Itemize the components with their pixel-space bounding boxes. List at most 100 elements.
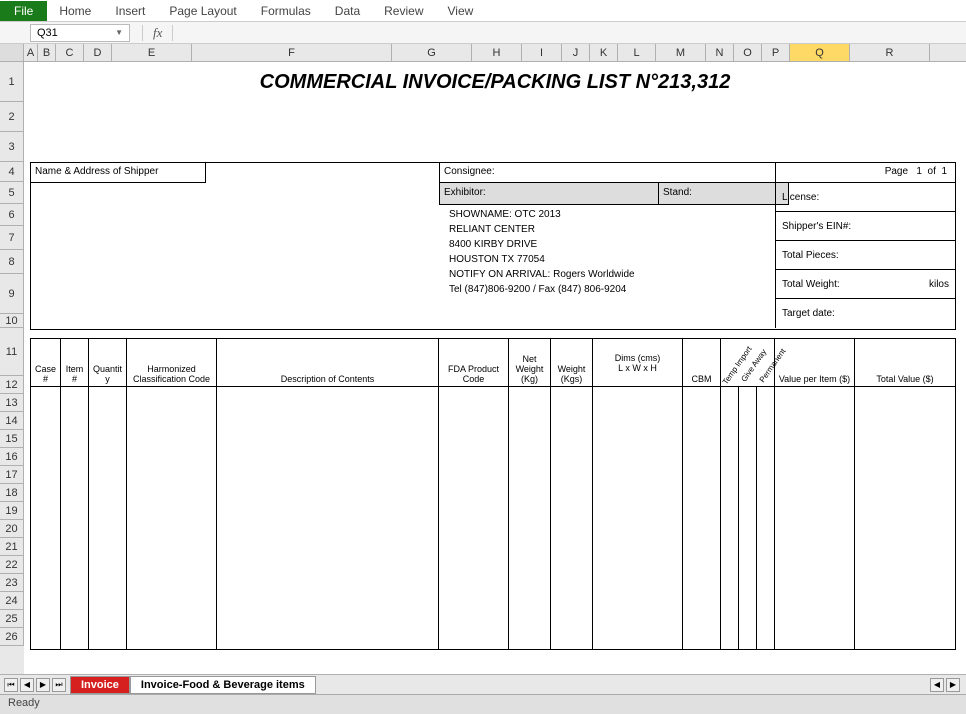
select-all-corner[interactable] xyxy=(0,44,24,61)
row-header-20[interactable]: 20 xyxy=(0,520,24,538)
pieces-field: Total Pieces: xyxy=(776,241,955,270)
tab-insert[interactable]: Insert xyxy=(103,1,157,21)
row-header-12[interactable]: 12 xyxy=(0,376,24,394)
shipper-label: Name & Address of Shipper xyxy=(31,163,206,183)
row-header-1[interactable]: 1 xyxy=(0,62,24,102)
col-header-C[interactable]: C xyxy=(56,44,84,61)
worksheet[interactable]: COMMERCIAL INVOICE/PACKING LIST N°213,31… xyxy=(24,62,966,674)
row-header-17[interactable]: 17 xyxy=(0,466,24,484)
ein-field: Shipper's EIN#: xyxy=(776,212,955,241)
th-net-weight: Net Weight (Kg) xyxy=(509,339,551,386)
tab-review[interactable]: Review xyxy=(372,1,435,21)
row-header-5[interactable]: 5 xyxy=(0,182,24,204)
row-header-10[interactable]: 10 xyxy=(0,314,24,328)
row-header-4[interactable]: 4 xyxy=(0,162,24,182)
tab-file[interactable]: File xyxy=(0,1,47,21)
sheet-tab-food-beverage[interactable]: Invoice-Food & Beverage items xyxy=(130,676,316,694)
sheet-nav-first[interactable]: ⏮ xyxy=(4,678,18,692)
target-date-field: Target date: xyxy=(776,299,955,328)
sheet-nav-next[interactable]: ▶ xyxy=(36,678,50,692)
row-header-11[interactable]: 11 xyxy=(0,328,24,376)
col-header-F[interactable]: F xyxy=(192,44,392,61)
show-details: SHOWNAME: OTC 2013 RELIANT CENTER 8400 K… xyxy=(449,207,635,297)
th-rotated-group: Temp Import Give Away Permanent xyxy=(721,339,775,386)
name-box[interactable]: Q31 ▼ xyxy=(30,24,130,42)
th-value-per-item: Value per Item ($) xyxy=(775,339,855,386)
row-header-15[interactable]: 15 xyxy=(0,430,24,448)
tab-data[interactable]: Data xyxy=(323,1,372,21)
th-harmonized: Harmonized Classification Code xyxy=(127,339,217,386)
col-header-O[interactable]: O xyxy=(734,44,762,61)
col-header-Q[interactable]: Q xyxy=(790,44,850,61)
th-weight: Weight (Kgs) xyxy=(551,339,593,386)
stand-label: Stand: xyxy=(659,183,789,205)
col-header-A[interactable]: A xyxy=(24,44,38,61)
ribbon-tabs: File Home Insert Page Layout Formulas Da… xyxy=(0,0,966,22)
sheet-tab-bar: ⏮ ◀ ▶ ⏭ Invoice Invoice-Food & Beverage … xyxy=(0,674,966,694)
row-header-16[interactable]: 16 xyxy=(0,448,24,466)
column-headers: ABCDEFGHIJKLMNOPQR xyxy=(0,44,966,62)
row-header-26[interactable]: 26 xyxy=(0,628,24,646)
sheet-nav-buttons: ⏮ ◀ ▶ ⏭ xyxy=(0,678,70,692)
row-header-18[interactable]: 18 xyxy=(0,484,24,502)
row-headers: 1234567891011121314151617181920212223242… xyxy=(0,62,24,674)
col-header-I[interactable]: I xyxy=(522,44,562,61)
table-body xyxy=(31,387,955,649)
col-header-B[interactable]: B xyxy=(38,44,56,61)
col-header-D[interactable]: D xyxy=(84,44,112,61)
col-header-E[interactable]: E xyxy=(112,44,192,61)
row-header-7[interactable]: 7 xyxy=(0,226,24,250)
th-total-value: Total Value ($) xyxy=(855,339,955,386)
col-header-G[interactable]: G xyxy=(392,44,472,61)
formula-bar: Q31 ▼ fx xyxy=(0,22,966,44)
fx-icon[interactable]: fx xyxy=(153,25,162,41)
name-box-dropdown-icon[interactable]: ▼ xyxy=(115,28,123,37)
row-header-9[interactable]: 9 xyxy=(0,274,24,314)
col-header-P[interactable]: P xyxy=(762,44,790,61)
row-header-24[interactable]: 24 xyxy=(0,592,24,610)
th-dims: Dims (cms) L x W x H xyxy=(593,339,683,386)
right-summary-fields: License: Shipper's EIN#: Total Pieces: T… xyxy=(775,183,955,328)
row-header-21[interactable]: 21 xyxy=(0,538,24,556)
hscroll-left[interactable]: ◀ xyxy=(930,678,944,692)
table-header-row: Case # Item # Quantit y Harmonized Class… xyxy=(31,339,955,387)
th-item: Item # xyxy=(61,339,89,386)
tab-home[interactable]: Home xyxy=(47,1,103,21)
row-header-13[interactable]: 13 xyxy=(0,394,24,412)
sheet-tab-invoice[interactable]: Invoice xyxy=(70,676,130,694)
weight-field: Total Weight:kilos xyxy=(776,270,955,299)
row-header-3[interactable]: 3 xyxy=(0,132,24,162)
col-header-H[interactable]: H xyxy=(472,44,522,61)
row-header-2[interactable]: 2 xyxy=(0,102,24,132)
tab-formulas[interactable]: Formulas xyxy=(249,1,323,21)
th-fda: FDA Product Code xyxy=(439,339,509,386)
sheet-nav-last[interactable]: ⏭ xyxy=(52,678,66,692)
row-header-25[interactable]: 25 xyxy=(0,610,24,628)
invoice-header-block: Name & Address of Shipper Consignee: Pag… xyxy=(30,162,956,330)
line-items-table: Case # Item # Quantit y Harmonized Class… xyxy=(30,338,956,650)
tab-page-layout[interactable]: Page Layout xyxy=(157,1,248,21)
exhibitor-label: Exhibitor: xyxy=(439,183,659,205)
tab-view[interactable]: View xyxy=(436,1,486,21)
col-header-L[interactable]: L xyxy=(618,44,656,61)
cell-reference: Q31 xyxy=(37,27,58,39)
th-qty: Quantit y xyxy=(89,339,127,386)
row-header-8[interactable]: 8 xyxy=(0,250,24,274)
th-cbm: CBM xyxy=(683,339,721,386)
row-header-23[interactable]: 23 xyxy=(0,574,24,592)
col-header-R[interactable]: R xyxy=(850,44,930,61)
th-case: Case # xyxy=(31,339,61,386)
row-header-14[interactable]: 14 xyxy=(0,412,24,430)
th-description: Description of Contents xyxy=(217,339,439,386)
row-header-19[interactable]: 19 xyxy=(0,502,24,520)
page-indicator: Page 1 of 1 xyxy=(775,163,955,183)
row-header-22[interactable]: 22 xyxy=(0,556,24,574)
col-header-J[interactable]: J xyxy=(562,44,590,61)
license-field: License: xyxy=(776,183,955,212)
col-header-M[interactable]: M xyxy=(656,44,706,61)
sheet-nav-prev[interactable]: ◀ xyxy=(20,678,34,692)
hscroll-right[interactable]: ▶ xyxy=(946,678,960,692)
col-header-K[interactable]: K xyxy=(590,44,618,61)
row-header-6[interactable]: 6 xyxy=(0,204,24,226)
col-header-N[interactable]: N xyxy=(706,44,734,61)
